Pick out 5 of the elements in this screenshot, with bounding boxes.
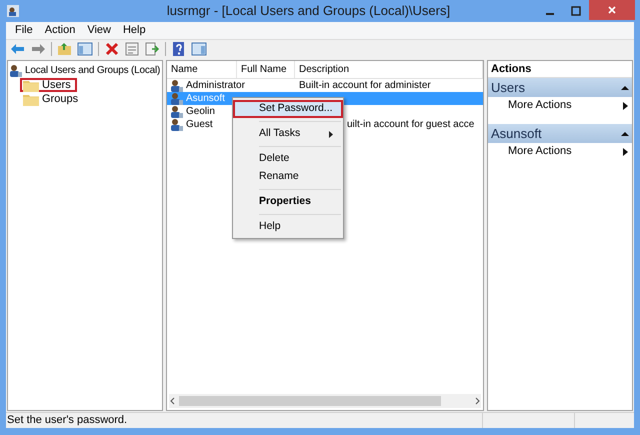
window-title: lusrmgr - [Local Users and Groups (Local)\Users] xyxy=(166,2,452,20)
status-text: Set the user's password. xyxy=(6,413,128,428)
user-name: Asunsoft xyxy=(186,92,225,106)
description-text: Built-in account for administer xyxy=(298,79,431,93)
description-text: uilt-in account for guest acce xyxy=(346,118,474,132)
